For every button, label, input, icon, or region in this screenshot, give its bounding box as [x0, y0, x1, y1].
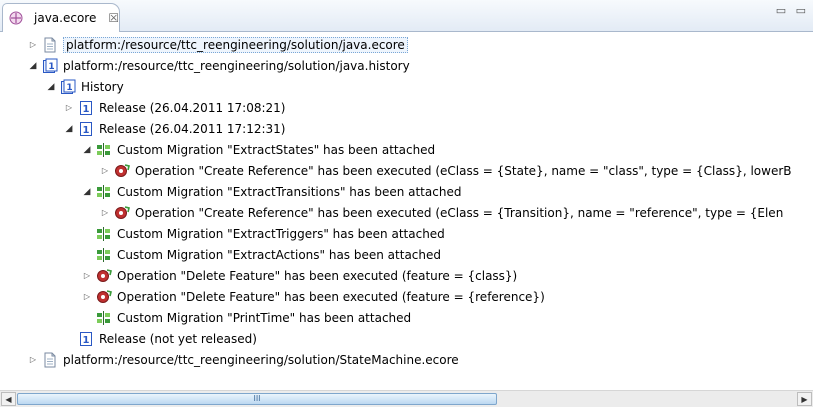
tree-node-label: Custom Migration "ExtractTransitions" ha…: [117, 184, 462, 199]
custom-migration-icon: [96, 247, 112, 263]
tree-node[interactable]: ▷ Operation "Create Reference" has been e…: [0, 160, 813, 181]
tree-node[interactable]: ◢ Custom Migration "ExtractStates" has be…: [0, 139, 813, 160]
tree-node[interactable]: 1 Release (not yet released): [0, 328, 813, 349]
tree-node[interactable]: ▷ platform:/resource/ttc_reengineering/so…: [0, 34, 813, 55]
ecore-model-icon: [8, 10, 24, 26]
collapsed-arrow-icon[interactable]: ▷: [98, 206, 112, 220]
tree-node-label: Release (26.04.2011 17:12:31): [99, 121, 286, 136]
svg-text:1: 1: [48, 62, 54, 72]
tree-node-label: Operation "Create Reference" has been ex…: [135, 163, 792, 178]
tree-node[interactable]: ▷ platform:/resource/ttc_reengineering/so…: [0, 349, 813, 370]
svg-text:1: 1: [83, 125, 90, 136]
tree-node[interactable]: Custom Migration "ExtractActions" has be…: [0, 244, 813, 265]
tree-node-label: Custom Migration "PrintTime" has been at…: [117, 310, 412, 325]
tree-node-label: Operation "Delete Feature" has been exec…: [117, 268, 518, 283]
tree-node[interactable]: ▷ Operation "Delete Feature" has been exe…: [0, 265, 813, 286]
release-icon: 1: [78, 331, 94, 347]
tree-node[interactable]: Custom Migration "PrintTime" has been at…: [0, 307, 813, 328]
expanded-arrow-icon[interactable]: ◢: [80, 143, 94, 157]
collapsed-arrow-icon[interactable]: ▷: [80, 269, 94, 283]
tree-node-label: Release (not yet released): [99, 331, 257, 346]
operation-icon: [96, 289, 112, 305]
expanded-arrow-icon[interactable]: ◢: [44, 80, 58, 94]
collapsed-arrow-icon[interactable]: ▷: [26, 38, 40, 52]
svg-text:1: 1: [83, 104, 90, 115]
custom-migration-icon: [96, 184, 112, 200]
tree-node-label: History: [81, 79, 124, 94]
tree-node[interactable]: Custom Migration "ExtractTriggers" has b…: [0, 223, 813, 244]
operation-icon: [114, 163, 130, 179]
resource-file-icon: [42, 352, 58, 368]
tree-node[interactable]: ◢ 1 platform:/resource/ttc_reengineering/s…: [0, 55, 813, 76]
collapsed-arrow-icon[interactable]: ▷: [80, 290, 94, 304]
expanded-arrow-icon[interactable]: ◢: [80, 185, 94, 199]
custom-migration-icon: [96, 310, 112, 326]
tree-node-label: Operation "Delete Feature" has been exec…: [117, 289, 545, 304]
tab-java-ecore[interactable]: java.ecore ☒: [2, 3, 120, 32]
tree-node-label: platform:/resource/ttc_reengineering/sol…: [63, 36, 408, 53]
editor-tab-bar: java.ecore ☒ ▭ ▭: [0, 0, 813, 32]
tree-node[interactable]: ▷ Operation "Delete Feature" has been exe…: [0, 286, 813, 307]
tree-node-label: Custom Migration "ExtractStates" has bee…: [117, 142, 436, 157]
collapsed-arrow-icon[interactable]: ▷: [26, 353, 40, 367]
release-icon: 1: [78, 100, 94, 116]
tree-node[interactable]: ◢ 1 Release (26.04.2011 17:12:31): [0, 118, 813, 139]
operation-icon: [114, 205, 130, 221]
tab-title: java.ecore: [34, 11, 97, 25]
tree-node[interactable]: ▷ Operation "Create Reference" has been e…: [0, 202, 813, 223]
collapsed-arrow-icon[interactable]: ▷: [98, 164, 112, 178]
tree-node-label: Release (26.04.2011 17:08:21): [99, 100, 286, 115]
resource-file-icon: [42, 37, 58, 53]
tree-node[interactable]: ▷ 1 Release (26.04.2011 17:08:21): [0, 97, 813, 118]
history-tree: ▷ platform:/resource/ttc_reengineering/so…: [0, 34, 813, 384]
tree-node[interactable]: ◢ Custom Migration "ExtractTransitions" h…: [0, 181, 813, 202]
collapsed-arrow-icon[interactable]: ▷: [62, 101, 76, 115]
tree-node[interactable]: ◢ 1 History: [0, 76, 813, 97]
close-icon[interactable]: ☒: [108, 11, 119, 25]
tree-node-label: Custom Migration "ExtractTriggers" has b…: [117, 226, 445, 241]
scroll-right-button[interactable]: ▶: [797, 392, 812, 406]
tree-node-label: platform:/resource/ttc_reengineering/sol…: [63, 58, 410, 73]
operation-icon: [96, 268, 112, 284]
release-icon: 1: [78, 121, 94, 137]
horizontal-scrollbar[interactable]: ◀ III ▶: [0, 390, 813, 407]
scroll-thumb[interactable]: III: [17, 393, 497, 405]
tree-node-label: platform:/resource/ttc_reengineering/sol…: [63, 352, 459, 367]
minimize-maximize-icon[interactable]: ▭ ▭: [776, 4, 809, 17]
svg-text:1: 1: [83, 335, 90, 346]
custom-migration-icon: [96, 142, 112, 158]
scroll-left-button[interactable]: ◀: [1, 392, 16, 406]
custom-migration-icon: [96, 226, 112, 242]
tree-node-label: Operation "Create Reference" has been ex…: [135, 205, 784, 220]
history-icon: 1: [42, 58, 58, 74]
expanded-arrow-icon[interactable]: ◢: [26, 59, 40, 73]
history-icon: 1: [60, 79, 76, 95]
tree-node-label: Custom Migration "ExtractActions" has be…: [117, 247, 441, 262]
svg-text:1: 1: [66, 83, 72, 93]
expanded-arrow-icon[interactable]: ◢: [62, 122, 76, 136]
